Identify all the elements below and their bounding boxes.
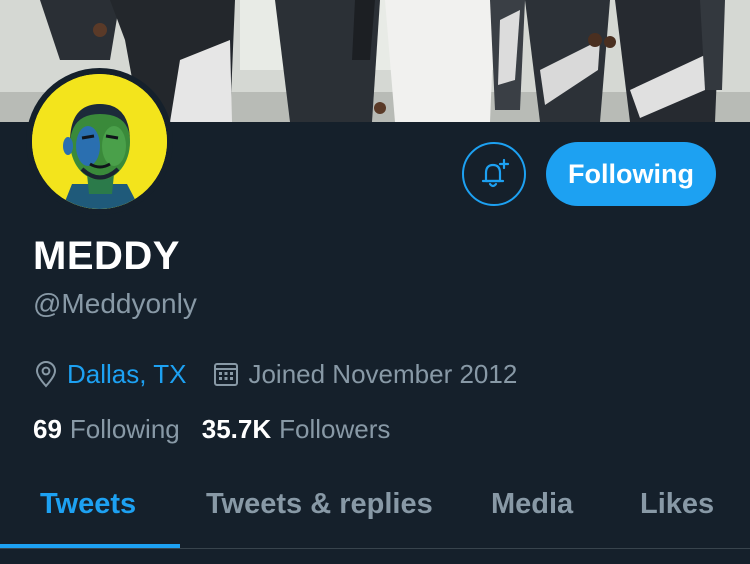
notifications-button[interactable] xyxy=(462,142,526,206)
profile-handle: @Meddyonly xyxy=(33,288,197,319)
profile-meta: Dallas, TX Joined November 2012 xyxy=(33,357,517,391)
following-count: 69 xyxy=(33,414,62,444)
tab-media[interactable]: Media xyxy=(491,488,573,521)
tab-tweets-replies[interactable]: Tweets & replies xyxy=(206,488,433,521)
profile-name: MEDDY xyxy=(33,234,180,278)
tab-tweets[interactable]: Tweets xyxy=(40,488,136,521)
following-stat[interactable]: 69 Following xyxy=(33,414,180,445)
followers-stat[interactable]: 35.7K Followers xyxy=(202,414,391,445)
followers-count: 35.7K xyxy=(201,414,272,444)
location-pin-icon xyxy=(33,360,59,388)
joined-date: Joined November 2012 xyxy=(248,358,518,389)
tab-likes[interactable]: Likes xyxy=(640,488,714,521)
tabs-divider xyxy=(0,548,750,549)
followers-label: Followers xyxy=(279,414,391,444)
profile-tabs: Tweets Tweets & replies Media Likes xyxy=(0,470,750,548)
following-button[interactable]: Following xyxy=(546,142,716,206)
calendar-icon xyxy=(212,360,240,388)
avatar-image xyxy=(32,74,167,209)
avatar[interactable] xyxy=(26,68,173,215)
following-label: Following xyxy=(69,414,180,444)
profile-stats: 69 Following 35.7K Followers xyxy=(33,414,390,445)
location-link[interactable]: Dallas, TX xyxy=(67,359,186,390)
bell-plus-icon xyxy=(477,157,511,191)
